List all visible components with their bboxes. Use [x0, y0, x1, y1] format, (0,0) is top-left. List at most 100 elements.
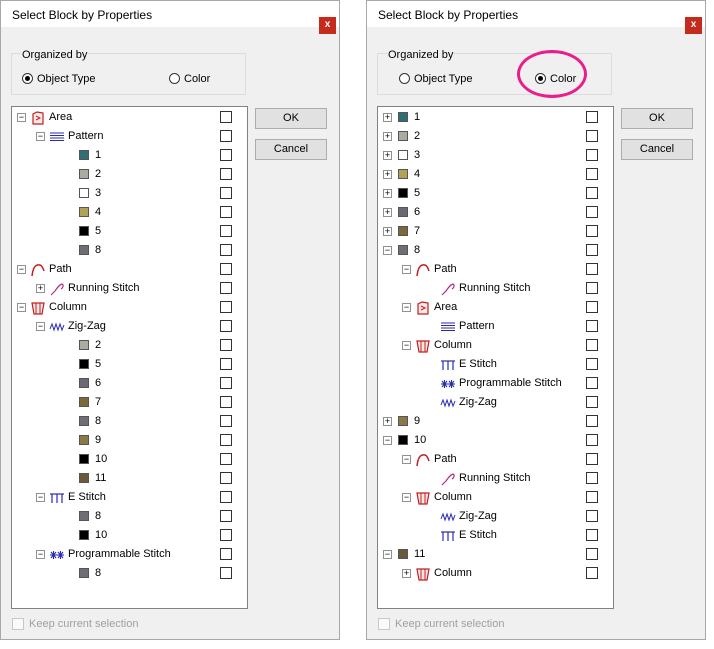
- tree-item-checkbox[interactable]: [586, 567, 598, 579]
- tree-item-2[interactable]: +2: [378, 127, 613, 146]
- tree-item-4[interactable]: 4: [12, 203, 247, 222]
- expand-icon[interactable]: +: [383, 417, 392, 426]
- tree-item-7[interactable]: 7: [12, 393, 247, 412]
- expand-icon[interactable]: +: [402, 569, 411, 578]
- tree-item-checkbox[interactable]: [586, 510, 598, 522]
- collapse-icon[interactable]: −: [402, 493, 411, 502]
- tree-item-checkbox[interactable]: [220, 358, 232, 370]
- tree-item-checkbox[interactable]: [586, 339, 598, 351]
- tree-item-e-stitch[interactable]: E Stitch: [378, 355, 613, 374]
- tree-item-zig-zag[interactable]: Zig-Zag: [378, 393, 613, 412]
- tree-item-checkbox[interactable]: [586, 491, 598, 503]
- tree-item-zig-zag[interactable]: Zig-Zag: [378, 507, 613, 526]
- tree-item-pattern[interactable]: Pattern: [378, 317, 613, 336]
- tree-item-8[interactable]: −8: [378, 241, 613, 260]
- color-tree[interactable]: +1 +2 +3 +4 +5 +6 +7−8− Path Running Stitch − Area…: [377, 106, 614, 609]
- tree-item-4[interactable]: +4: [378, 165, 613, 184]
- tree-item-checkbox[interactable]: [220, 320, 232, 332]
- tree-item-area[interactable]: − Area: [378, 298, 613, 317]
- tree-item-10[interactable]: 10: [12, 526, 247, 545]
- tree-item-checkbox[interactable]: [586, 377, 598, 389]
- tree-item-checkbox[interactable]: [586, 358, 598, 370]
- tree-item-checkbox[interactable]: [586, 263, 598, 275]
- collapse-icon[interactable]: −: [383, 246, 392, 255]
- tree-item-8[interactable]: 8: [12, 241, 247, 260]
- tree-item-checkbox[interactable]: [586, 301, 598, 313]
- tree-item-path[interactable]: − Path: [378, 260, 613, 279]
- tree-item-checkbox[interactable]: [220, 453, 232, 465]
- tree-item-column[interactable]: − Column: [378, 488, 613, 507]
- tree-item-1[interactable]: 1: [12, 146, 247, 165]
- tree-item-column[interactable]: + Column: [378, 564, 613, 583]
- object-tree[interactable]: − Area − Pattern 1 2 3 4 5 8− Path + Running Stitch −…: [11, 106, 248, 609]
- tree-item-checkbox[interactable]: [220, 244, 232, 256]
- ok-button[interactable]: OK: [621, 108, 693, 129]
- tree-item-checkbox[interactable]: [220, 225, 232, 237]
- tree-item-checkbox[interactable]: [220, 263, 232, 275]
- collapse-icon[interactable]: −: [402, 265, 411, 274]
- tree-item-10[interactable]: 10: [12, 450, 247, 469]
- collapse-icon[interactable]: −: [36, 550, 45, 559]
- tree-item-programmable-stitch[interactable]: − Programmable Stitch: [12, 545, 247, 564]
- tree-item-checkbox[interactable]: [586, 453, 598, 465]
- tree-item-checkbox[interactable]: [220, 149, 232, 161]
- tree-item-6[interactable]: 6: [12, 374, 247, 393]
- tree-item-area[interactable]: − Area: [12, 108, 247, 127]
- tree-item-checkbox[interactable]: [220, 206, 232, 218]
- collapse-icon[interactable]: −: [17, 265, 26, 274]
- tree-item-checkbox[interactable]: [586, 206, 598, 218]
- tree-item-8[interactable]: 8: [12, 564, 247, 583]
- tree-item-checkbox[interactable]: [586, 548, 598, 560]
- radio-object-type-indicator[interactable]: [22, 73, 33, 84]
- tree-item-1[interactable]: +1: [378, 108, 613, 127]
- tree-item-checkbox[interactable]: [586, 244, 598, 256]
- tree-item-checkbox[interactable]: [220, 301, 232, 313]
- tree-item-checkbox[interactable]: [586, 472, 598, 484]
- collapse-icon[interactable]: −: [402, 303, 411, 312]
- tree-item-3[interactable]: +3: [378, 146, 613, 165]
- tree-item-e-stitch[interactable]: − E Stitch: [12, 488, 247, 507]
- tree-item-checkbox[interactable]: [586, 111, 598, 123]
- expand-icon[interactable]: +: [383, 151, 392, 160]
- collapse-icon[interactable]: −: [383, 436, 392, 445]
- radio-object-type-indicator[interactable]: [399, 73, 410, 84]
- tree-item-checkbox[interactable]: [220, 111, 232, 123]
- cancel-button[interactable]: Cancel: [621, 139, 693, 160]
- tree-item-checkbox[interactable]: [220, 396, 232, 408]
- tree-item-checkbox[interactable]: [220, 434, 232, 446]
- radio-color-indicator[interactable]: [169, 73, 180, 84]
- tree-item-checkbox[interactable]: [220, 472, 232, 484]
- tree-item-checkbox[interactable]: [586, 320, 598, 332]
- tree-item-checkbox[interactable]: [220, 339, 232, 351]
- tree-item-checkbox[interactable]: [220, 567, 232, 579]
- tree-item-7[interactable]: +7: [378, 222, 613, 241]
- tree-item-5[interactable]: 5: [12, 222, 247, 241]
- tree-item-pattern[interactable]: − Pattern: [12, 127, 247, 146]
- tree-item-checkbox[interactable]: [220, 168, 232, 180]
- collapse-icon[interactable]: −: [17, 303, 26, 312]
- tree-item-checkbox[interactable]: [220, 130, 232, 142]
- collapse-icon[interactable]: −: [36, 322, 45, 331]
- tree-item-2[interactable]: 2: [12, 336, 247, 355]
- close-button[interactable]: x: [685, 17, 702, 34]
- tree-item-3[interactable]: 3: [12, 184, 247, 203]
- expand-icon[interactable]: +: [383, 170, 392, 179]
- tree-item-checkbox[interactable]: [220, 491, 232, 503]
- collapse-icon[interactable]: −: [383, 550, 392, 559]
- collapse-icon[interactable]: −: [17, 113, 26, 122]
- tree-item-programmable-stitch[interactable]: Programmable Stitch: [378, 374, 613, 393]
- expand-icon[interactable]: +: [383, 208, 392, 217]
- expand-icon[interactable]: +: [383, 227, 392, 236]
- expand-icon[interactable]: +: [36, 284, 45, 293]
- tree-item-11[interactable]: 11: [12, 469, 247, 488]
- close-button[interactable]: x: [319, 17, 336, 34]
- tree-item-running-stitch[interactable]: Running Stitch: [378, 279, 613, 298]
- tree-item-checkbox[interactable]: [586, 149, 598, 161]
- tree-item-2[interactable]: 2: [12, 165, 247, 184]
- tree-item-5[interactable]: +5: [378, 184, 613, 203]
- tree-item-checkbox[interactable]: [586, 130, 598, 142]
- cancel-button[interactable]: Cancel: [255, 139, 327, 160]
- tree-item-checkbox[interactable]: [220, 282, 232, 294]
- tree-item-8[interactable]: 8: [12, 507, 247, 526]
- tree-item-checkbox[interactable]: [220, 187, 232, 199]
